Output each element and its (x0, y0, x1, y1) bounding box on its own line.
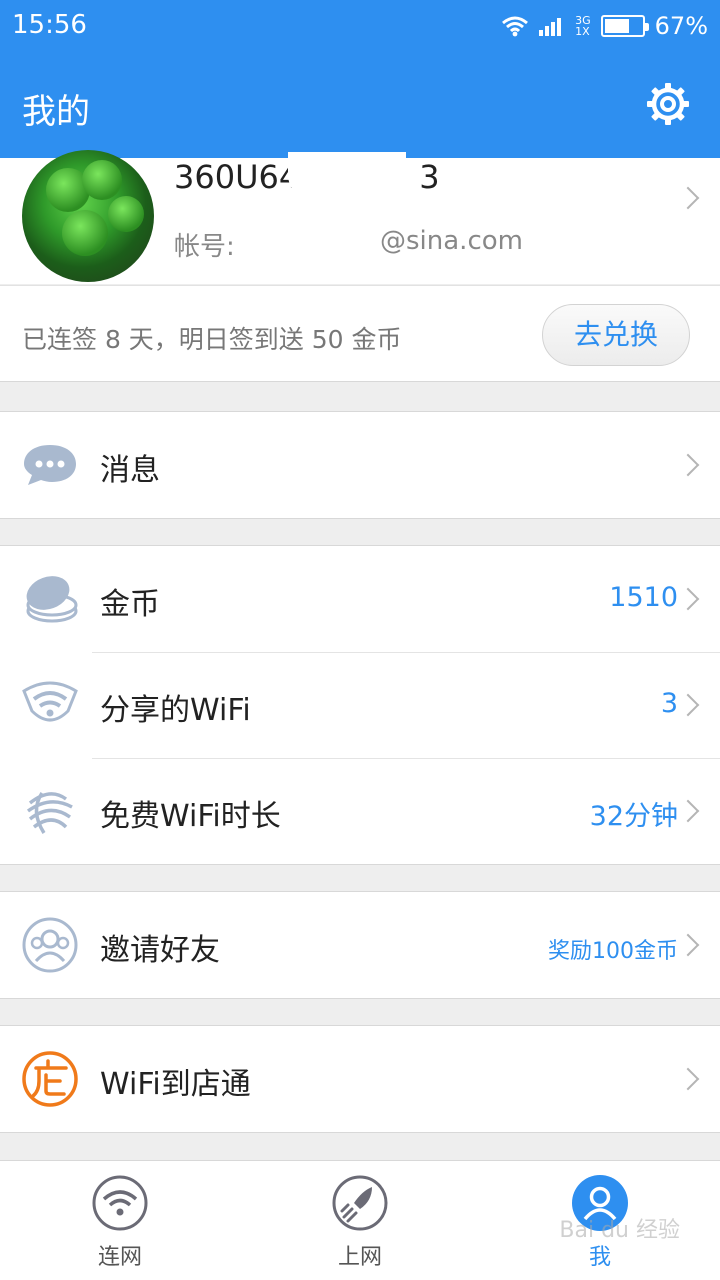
chevron-right-icon (676, 1067, 700, 1091)
chevron-right-icon (676, 186, 700, 210)
menu-group-invite: 邀请好友 奖励100金币 (0, 891, 720, 999)
battery-percent: 67% (654, 12, 708, 40)
menu-item-label: 免费WiFi时长 (100, 799, 281, 834)
menu-item-label: 金币 (100, 587, 160, 622)
settings-gear-icon[interactable] (646, 82, 690, 126)
menu-group-store: WiFi到店通 (0, 1025, 720, 1133)
signin-streak-text: 已连签 8 天，明日签到送 50 金币 (22, 325, 402, 354)
menu-item-messages[interactable]: 消息 (0, 412, 720, 518)
menu-item-label: 消息 (100, 453, 160, 488)
account-email: @sina.com (380, 226, 523, 256)
menu-item-wifi-store[interactable]: WiFi到店通 (0, 1026, 720, 1132)
avatar[interactable] (22, 150, 154, 282)
wifi-shield-icon (22, 681, 78, 722)
menu-item-invite-friends[interactable]: 邀请好友 奖励100金币 (0, 892, 720, 998)
menu-group-wifi: 金币 1510 分享的WiFi 3 免费WiFi时长 32分钟 (0, 545, 720, 865)
redaction-mask (288, 152, 406, 204)
network-type: 3G 1X (575, 14, 591, 38)
exchange-button[interactable]: 去兑换 (542, 304, 690, 366)
coin-balance: 1510 (609, 582, 678, 613)
wifi-signal-icon (502, 16, 529, 37)
friends-icon (22, 917, 78, 973)
profile-card[interactable]: 360U64 3 帐号: @sina.com (0, 150, 720, 284)
shared-wifi-count: 3 (660, 688, 678, 719)
cell-signal-icon (539, 18, 562, 36)
menu-group-messages: 消息 (0, 411, 720, 519)
status-time: 15:56 (12, 10, 87, 40)
menu-item-free-wifi-time[interactable]: 免费WiFi时长 32分钟 (0, 758, 720, 864)
tab-label: 上网 (337, 1245, 382, 1270)
tab-label: 连网 (97, 1245, 142, 1270)
signin-bar: 已连签 8 天，明日签到送 50 金币 去兑换 (0, 285, 720, 382)
status-bar: 15:56 3G 1X 67% (0, 0, 720, 52)
menu-item-label: 邀请好友 (100, 933, 220, 968)
coins-icon (26, 576, 78, 623)
menu-item-label: WiFi到店通 (100, 1067, 251, 1102)
menu-item-label: 分享的WiFi (100, 693, 251, 728)
menu-item-coins[interactable]: 金币 1510 (0, 546, 720, 652)
chevron-right-icon (676, 587, 700, 611)
store-icon (22, 1051, 78, 1107)
chat-bubble-icon (24, 445, 76, 485)
chevron-right-icon (676, 453, 700, 477)
account-label: 帐号: (174, 232, 235, 262)
rocket-icon (332, 1175, 388, 1231)
chevron-right-icon (676, 933, 700, 957)
battery-icon (600, 15, 649, 37)
page-title: 我的 (22, 92, 90, 132)
watermark: Bai du 经验 (559, 1218, 680, 1243)
tab-browse[interactable]: 上网 (300, 1161, 420, 1280)
invite-reward: 奖励100金币 (548, 939, 678, 964)
chevron-right-icon (676, 799, 700, 823)
app-header: 我的 (0, 52, 720, 158)
wifi-icon (92, 1175, 148, 1231)
tab-connect[interactable]: 连网 (60, 1161, 180, 1280)
chevron-right-icon (676, 693, 700, 717)
free-wifi-duration: 32分钟 (589, 801, 678, 832)
status-icons: 3G 1X 67% (501, 10, 708, 42)
menu-item-shared-wifi[interactable]: 分享的WiFi 3 (0, 652, 720, 758)
china-mobile-logo-icon (26, 792, 73, 834)
